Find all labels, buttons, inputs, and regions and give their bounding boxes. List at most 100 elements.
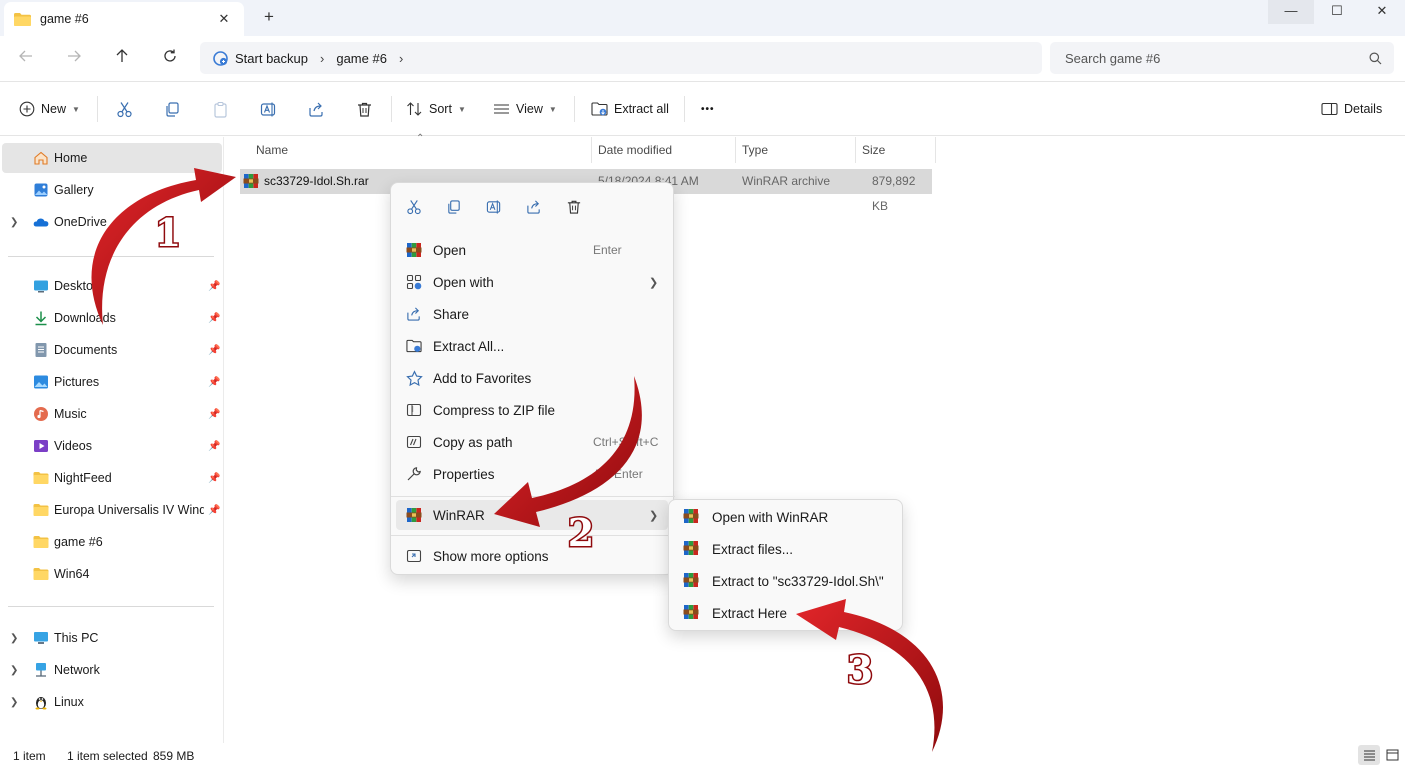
pin-icon[interactable]: 📌 xyxy=(208,505,220,516)
details-button[interactable]: Details xyxy=(1321,98,1382,120)
new-tab-button[interactable]: + xyxy=(258,7,280,27)
chevron-right-icon[interactable]: › xyxy=(320,51,324,66)
tiles-view-button[interactable] xyxy=(1381,745,1403,765)
menu-item-show-more-options[interactable]: Show more options xyxy=(396,541,668,571)
pin-icon[interactable]: 📌 xyxy=(208,409,220,420)
sidebar-item-gallery[interactable]: Gallery xyxy=(2,175,222,205)
column-separator[interactable] xyxy=(591,137,592,163)
sidebar-item-game-6[interactable]: game #6 xyxy=(2,527,222,557)
new-button[interactable]: New ▼ xyxy=(19,98,80,120)
pin-icon[interactable]: 📌 xyxy=(208,313,220,324)
network-icon xyxy=(36,663,46,677)
sidebar-item-pictures[interactable]: Pictures 📌 xyxy=(2,367,222,397)
extract-all-icon xyxy=(591,102,608,116)
share-button[interactable] xyxy=(305,98,327,120)
column-header-type[interactable]: Type xyxy=(742,137,768,163)
minimize-button[interactable]: — xyxy=(1268,0,1314,24)
sidebar-item-documents[interactable]: Documents 📌 xyxy=(2,335,222,365)
chevron-right-icon[interactable]: ❯ xyxy=(10,697,18,708)
sidebar-item-network[interactable]: ❯ Network xyxy=(2,655,222,685)
column-separator[interactable] xyxy=(935,137,936,163)
submenu-item-open-with-winrar[interactable]: Open with WinRAR xyxy=(673,502,899,532)
share-icon xyxy=(405,305,423,323)
winrar-icon xyxy=(243,173,259,192)
copy-button[interactable] xyxy=(442,195,466,219)
pin-icon[interactable]: 📌 xyxy=(208,473,220,484)
sidebar-item-videos[interactable]: Videos 📌 xyxy=(2,431,222,461)
pin-icon[interactable]: 📌 xyxy=(208,441,220,452)
submenu-item-extract-to-folder[interactable]: Extract to "sc33729-Idol.Sh\" xyxy=(673,566,899,596)
selection-size: 859 MB xyxy=(153,749,195,763)
rename-button[interactable] xyxy=(482,195,506,219)
sidebar-item-europa-universalis[interactable]: Europa Universalis IV Winds of Change 📌 xyxy=(2,495,222,525)
tab-game-6[interactable]: game #6 ✕ xyxy=(4,2,244,36)
column-separator[interactable] xyxy=(735,137,736,163)
sidebar-item-music[interactable]: Music 📌 xyxy=(2,399,222,429)
folder-icon xyxy=(33,536,49,548)
refresh-button[interactable] xyxy=(158,48,182,70)
cut-button[interactable] xyxy=(113,98,135,120)
view-button[interactable]: View ▼ xyxy=(493,98,557,120)
chevron-right-icon[interactable]: ❯ xyxy=(10,217,18,228)
file-type: WinRAR archive xyxy=(742,174,831,188)
menu-item-winrar[interactable]: WinRAR ❯ xyxy=(396,500,668,530)
chevron-right-icon[interactable]: › xyxy=(399,51,403,66)
menu-item-open[interactable]: Open Enter xyxy=(396,235,668,265)
extract-all-button[interactable]: Extract all xyxy=(591,98,669,120)
sidebar-item-home[interactable]: Home xyxy=(2,143,222,173)
file-name[interactable]: sc33729-Idol.Sh.rar xyxy=(264,169,369,194)
pin-icon[interactable]: 📌 xyxy=(208,377,220,388)
forward-button[interactable] xyxy=(62,48,86,70)
share-button[interactable] xyxy=(522,195,546,219)
more-options-button[interactable]: ••• xyxy=(701,98,715,120)
menu-item-label: Copy as path xyxy=(433,434,513,450)
menu-item-extract-all[interactable]: Extract All... xyxy=(396,331,668,361)
more-options-icon xyxy=(405,547,423,565)
sidebar-item-linux[interactable]: ❯ Linux xyxy=(2,687,222,717)
winrar-icon xyxy=(683,604,701,622)
submenu-item-extract-here[interactable]: Extract Here xyxy=(673,598,899,628)
breadcrumb-game-6[interactable]: game #6 xyxy=(336,51,387,66)
sidebar-item-label: game #6 xyxy=(54,535,103,549)
sidebar-item-nightfeed[interactable]: NightFeed 📌 xyxy=(2,463,222,493)
menu-item-copy-as-path[interactable]: Copy as path Ctrl+Shift+C xyxy=(396,427,668,457)
search-box[interactable] xyxy=(1050,42,1394,74)
sort-button[interactable]: Sort ▼ xyxy=(406,98,466,120)
menu-item-add-to-favorites[interactable]: Add to Favorites xyxy=(396,363,668,393)
divider xyxy=(391,535,675,536)
details-view-button[interactable] xyxy=(1358,745,1380,765)
column-header-name[interactable]: Name xyxy=(256,137,288,163)
copy-button[interactable] xyxy=(161,98,183,120)
menu-item-share[interactable]: Share xyxy=(396,299,668,329)
chevron-right-icon[interactable]: ❯ xyxy=(10,633,18,644)
up-button[interactable] xyxy=(110,48,134,70)
back-button[interactable] xyxy=(14,48,38,70)
sidebar-item-win64[interactable]: Win64 xyxy=(2,559,222,589)
menu-item-compress-zip[interactable]: Compress to ZIP file xyxy=(396,395,668,425)
delete-button[interactable] xyxy=(562,195,586,219)
column-header-date[interactable]: Date modified xyxy=(598,137,672,163)
pin-icon[interactable]: 📌 xyxy=(208,281,220,292)
close-button[interactable]: ✕ xyxy=(1359,0,1405,24)
pin-icon[interactable]: 📌 xyxy=(208,345,220,356)
submenu-item-extract-files[interactable]: Extract files... xyxy=(673,534,899,564)
paste-button[interactable] xyxy=(209,98,231,120)
menu-item-properties[interactable]: Properties Alt+Enter xyxy=(396,459,668,489)
sidebar-item-desktop[interactable]: Desktop 📌 xyxy=(2,271,222,301)
chevron-right-icon[interactable]: ❯ xyxy=(10,665,18,676)
sidebar-item-downloads[interactable]: Downloads 📌 xyxy=(2,303,222,333)
status-bar: 1 item 1 item selected 859 MB xyxy=(0,743,1405,767)
menu-item-open-with[interactable]: Open with ❯ xyxy=(396,267,668,297)
sidebar-item-this-pc[interactable]: ❯ This PC xyxy=(2,623,222,653)
breadcrumb[interactable]: Start backup › game #6 › xyxy=(200,42,1042,74)
breadcrumb-start-backup[interactable]: Start backup xyxy=(235,51,308,66)
maximize-button[interactable]: ☐ xyxy=(1314,0,1360,24)
cut-button[interactable] xyxy=(402,195,426,219)
delete-button[interactable] xyxy=(353,98,375,120)
tab-close-icon[interactable]: ✕ xyxy=(214,11,234,27)
search-input[interactable] xyxy=(1065,50,1369,66)
column-separator[interactable] xyxy=(855,137,856,163)
sidebar-item-onedrive[interactable]: ❯ OneDrive xyxy=(2,207,222,237)
column-header-size[interactable]: Size xyxy=(862,137,885,163)
rename-button[interactable] xyxy=(257,98,279,120)
